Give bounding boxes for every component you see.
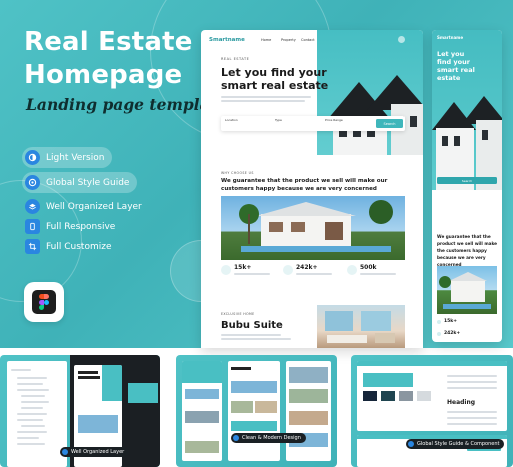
- badge-icon: [62, 449, 68, 455]
- feature-label: Well Organized Layer: [46, 201, 142, 212]
- search-location-field[interactable]: Location: [225, 118, 238, 122]
- style-guide-sheet: Heading: [357, 361, 507, 431]
- feature-global-style: Global Style Guide: [22, 172, 138, 193]
- stat-caption: [296, 273, 332, 275]
- mobile-headline-2: find your: [437, 58, 470, 66]
- mobile-headline-1: Let you: [437, 50, 465, 58]
- clean-design-badge: Clean & Modern Design: [231, 433, 306, 443]
- section2-line2: customers happy because we are very conc…: [221, 186, 377, 192]
- badge-icon: [233, 435, 239, 441]
- layers-panel: [7, 361, 67, 467]
- mobile-stat-1: 15k+: [444, 319, 458, 324]
- mobile-logo[interactable]: Smartname: [437, 35, 463, 40]
- search-bar[interactable]: Location Type Price Range Search: [221, 116, 405, 131]
- mobile-text-2: product we sell will make: [437, 241, 498, 246]
- nav-contact[interactable]: Contact: [301, 38, 315, 42]
- section3-eyebrow: EXCLUSIVE HOME: [221, 312, 255, 316]
- page-thumbnail: [182, 361, 222, 461]
- hero-headline-1: Let you find your: [221, 66, 327, 79]
- section3-paragraph: [221, 334, 281, 336]
- preview-card-layers[interactable]: Well Organized Layer: [0, 355, 160, 467]
- stat-icon: [437, 332, 441, 336]
- nav-property[interactable]: Property: [281, 38, 296, 42]
- mobile-text-3: the customers happy: [437, 248, 487, 253]
- stat-value-1: 15k+: [234, 264, 252, 271]
- mobile-headline-4: estate: [437, 74, 461, 82]
- feature-label: Full Responsive: [46, 221, 116, 232]
- device-icon: [25, 219, 40, 234]
- mobile-property-photo: [437, 266, 497, 314]
- preview-card-design[interactable]: Clean & Modern Design: [176, 355, 337, 467]
- feature-label: Light Version: [46, 152, 105, 163]
- contrast-icon: [25, 150, 40, 165]
- hero-image-bg: [317, 30, 423, 155]
- feature-label: Full Customize: [46, 241, 112, 252]
- hero-paragraph: [221, 100, 305, 102]
- villa-illustration: [439, 272, 491, 309]
- badge-label: Global Style Guide & Component: [417, 441, 500, 447]
- feature-organized-layer: Well Organized Layer: [22, 196, 142, 217]
- badge-label: Clean & Modern Design: [242, 435, 301, 441]
- hero-paragraph: [221, 96, 311, 98]
- page-thumbnail: [286, 361, 331, 461]
- desktop-logo[interactable]: Smartname: [209, 37, 245, 43]
- palette-icon: [25, 175, 40, 190]
- feature-label: Global Style Guide: [46, 177, 130, 188]
- desktop-preview: Smartname Home Property Contact REAL EST…: [201, 30, 423, 348]
- crop-icon: [25, 239, 40, 254]
- hero-title: Real Estate Homepage: [24, 26, 193, 92]
- mobile-headline-3: smart real: [437, 66, 475, 74]
- feature-responsive: Full Responsive: [22, 216, 115, 237]
- stat-value-2: 242k+: [296, 264, 318, 271]
- hero-eyebrow: REAL ESTATE: [221, 57, 250, 61]
- villa-illustration: [239, 200, 393, 252]
- stat-icon: [221, 265, 231, 275]
- style-guide-badge: Global Style Guide & Component: [406, 439, 505, 449]
- menu-icon[interactable]: [398, 36, 405, 43]
- figma-badge: [24, 282, 64, 322]
- badge-icon: [408, 441, 414, 447]
- section2-line1: We guarantee that the product we sell wi…: [221, 178, 388, 184]
- section3-paragraph: [221, 338, 291, 340]
- stat-icon: [347, 265, 357, 275]
- badge-label: Well Organized Layer: [71, 449, 125, 455]
- stat-caption: [360, 273, 396, 275]
- hero-title-line1: Real Estate: [24, 27, 193, 57]
- mobile-text-1: We guarantee that the: [437, 234, 491, 239]
- style-heading-sample: Heading: [447, 399, 476, 406]
- property-photo: [221, 196, 405, 260]
- stat-icon: [437, 320, 441, 324]
- interior-illustration: [325, 311, 395, 343]
- hero-subtitle: Landing page template: [26, 95, 227, 114]
- feature-light-version: Light Version: [22, 147, 113, 168]
- interior-photo: [317, 305, 405, 348]
- layers-icon: [25, 199, 40, 214]
- search-button[interactable]: Search: [376, 119, 403, 128]
- page-thumbnail: [228, 361, 280, 461]
- figma-icon: [32, 290, 56, 314]
- mobile-search-button[interactable]: Search: [437, 177, 497, 184]
- stat-caption: [234, 273, 270, 275]
- mobile-stat-2: 242k+: [444, 331, 461, 336]
- hero-headline-2: smart real estate: [221, 79, 329, 92]
- preview-card-styleguide[interactable]: Heading Global Style Guide & Component: [351, 355, 513, 467]
- feature-customize: Full Customize: [22, 236, 112, 257]
- search-type-field[interactable]: Type: [275, 118, 282, 122]
- hero-title-line2: Homepage: [24, 60, 183, 90]
- search-price-field[interactable]: Price Range: [325, 118, 343, 122]
- section3-title: Bubu Suite: [221, 320, 283, 331]
- stat-value-3: 500k: [360, 264, 377, 271]
- stat-icon: [283, 265, 293, 275]
- well-organized-badge: Well Organized Layer: [60, 447, 130, 457]
- mobile-preview: Smartname Let you find your smart real e…: [432, 30, 502, 342]
- section2-eyebrow: WHY CHOOSE US: [221, 171, 254, 175]
- mobile-text-4: because we are very: [437, 255, 486, 260]
- house-illustration: [327, 75, 423, 155]
- nav-home[interactable]: Home: [261, 38, 271, 42]
